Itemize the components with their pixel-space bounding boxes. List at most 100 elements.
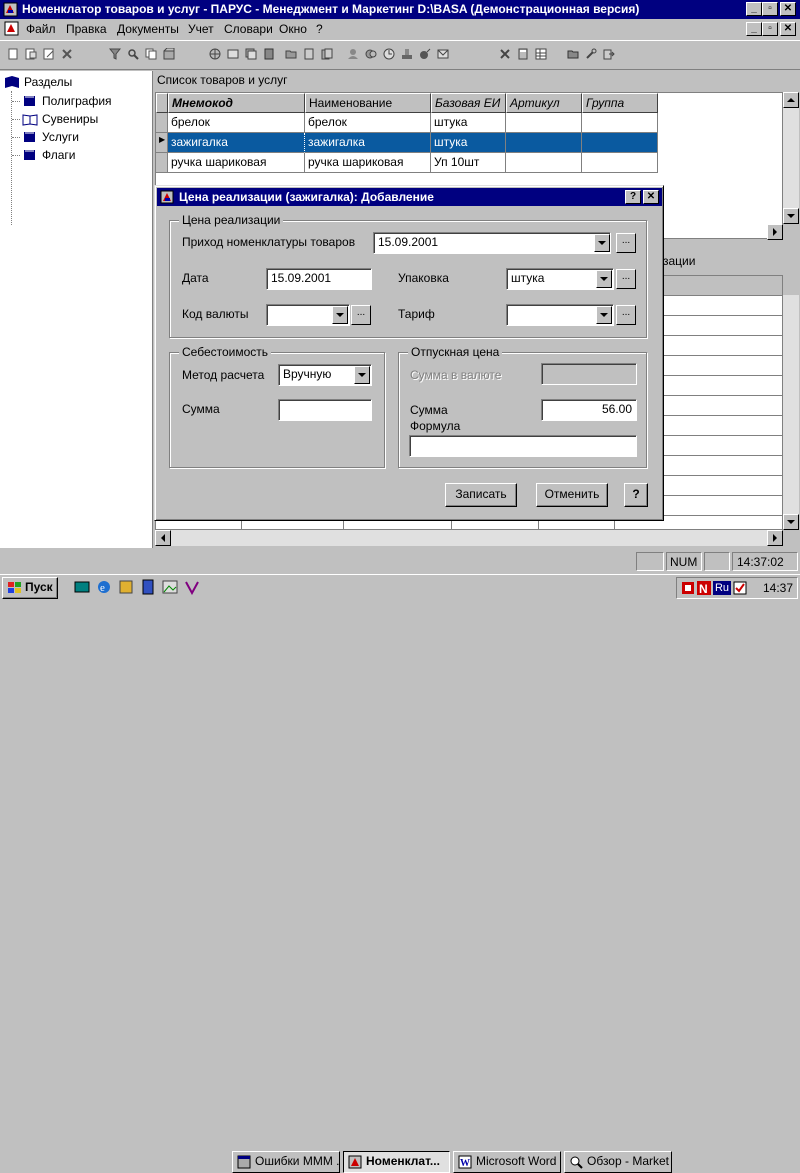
chevron-down-icon[interactable]: [354, 366, 370, 384]
taskbar-task-nomenclator[interactable]: Номенклат...: [343, 1151, 450, 1173]
child-minimize-button[interactable]: _: [746, 22, 762, 36]
start-button[interactable]: Пуск: [2, 577, 58, 599]
minimize-button[interactable]: _: [746, 2, 762, 16]
card-icon[interactable]: [224, 45, 242, 63]
help-button[interactable]: ?: [624, 483, 648, 507]
menu-window[interactable]: Окно: [279, 22, 307, 36]
formula-field[interactable]: [409, 435, 637, 457]
filter-icon[interactable]: [106, 45, 124, 63]
child-close-button[interactable]: ✕: [780, 22, 796, 36]
scroll-down-button[interactable]: [783, 514, 799, 530]
find-icon[interactable]: [124, 45, 142, 63]
table-cell[interactable]: брелок: [305, 113, 431, 133]
coins-icon[interactable]: [362, 45, 380, 63]
lower-vscrollbar[interactable]: [783, 295, 799, 530]
ie-icon[interactable]: e: [96, 579, 112, 598]
add-icon[interactable]: [22, 45, 40, 63]
folder-icon[interactable]: [282, 45, 300, 63]
date-field[interactable]: 15.09.2001: [266, 268, 372, 290]
mail-icon[interactable]: [434, 45, 452, 63]
chevron-down-icon[interactable]: [596, 306, 612, 324]
table-cell-selected[interactable]: зажигалка: [305, 133, 431, 153]
export-icon[interactable]: [600, 45, 618, 63]
table-cell-selected[interactable]: [506, 133, 582, 153]
tariff-browse-button[interactable]: ...: [616, 305, 636, 325]
receipt-select[interactable]: 15.09.2001: [373, 232, 611, 254]
menu-edit[interactable]: Правка: [66, 22, 107, 36]
restore-button[interactable]: ▫: [762, 2, 778, 16]
package-browse-button[interactable]: ...: [616, 269, 636, 289]
table-cell[interactable]: [582, 153, 658, 173]
table-cell[interactable]: [506, 113, 582, 133]
table-cell[interactable]: [506, 153, 582, 173]
list-vscrollbar[interactable]: [783, 92, 799, 224]
scroll-down-button[interactable]: [783, 208, 799, 224]
scroll-right-button[interactable]: [767, 224, 783, 240]
save-button[interactable]: Записать: [445, 483, 517, 507]
taskbar-task-overview[interactable]: Обзор - Market: [564, 1151, 672, 1173]
table-icon[interactable]: [532, 45, 550, 63]
sale-sum-field[interactable]: 56.00: [541, 399, 637, 421]
tray-clock[interactable]: 14:37: [763, 581, 793, 595]
image-icon[interactable]: [162, 579, 178, 598]
dialog-close-button[interactable]: ✕: [643, 190, 659, 204]
book-icon[interactable]: [260, 45, 278, 63]
app-icon[interactable]: [3, 2, 18, 17]
menu-help[interactable]: ?: [316, 22, 323, 36]
scroll-up-button[interactable]: [783, 92, 799, 108]
desktop-icon[interactable]: [74, 579, 90, 598]
copy-icon[interactable]: [142, 45, 160, 63]
globe-icon[interactable]: [206, 45, 224, 63]
new-icon[interactable]: [4, 45, 22, 63]
col-header-name[interactable]: Наименование: [305, 93, 431, 113]
menu-accounting[interactable]: Учет: [188, 22, 214, 36]
col-header-base-unit[interactable]: Базовая ЕИ: [431, 93, 506, 113]
menu-documents[interactable]: Документы: [117, 22, 179, 36]
close-button[interactable]: ✕: [780, 2, 796, 16]
v-icon[interactable]: [184, 579, 200, 598]
tray-language-indicator[interactable]: Ru: [713, 581, 731, 595]
table-cell[interactable]: штука: [431, 113, 506, 133]
tree-item-souvenirs[interactable]: Сувениры: [12, 111, 142, 127]
calculator-icon[interactable]: [514, 45, 532, 63]
clock-icon[interactable]: [380, 45, 398, 63]
child-restore-button[interactable]: ▫: [762, 22, 778, 36]
doc-icon[interactable]: [4, 21, 19, 36]
cancel-button[interactable]: Отменить: [536, 483, 608, 507]
col-header-group[interactable]: Группа: [582, 93, 658, 113]
receipt-browse-button[interactable]: ...: [616, 233, 636, 253]
wrench-icon[interactable]: [582, 45, 600, 63]
taskbar-task-errors[interactable]: Ошибки МММ ...: [232, 1151, 340, 1173]
cost-sum-field[interactable]: [278, 399, 372, 421]
table-cell[interactable]: ручка шариковая: [168, 153, 305, 173]
bomb-icon[interactable]: [416, 45, 434, 63]
table-cell[interactable]: Уп 10шт: [431, 153, 506, 173]
documents-icon[interactable]: [318, 45, 336, 63]
scroll-right-button[interactable]: [767, 530, 783, 546]
tree-item-flags[interactable]: Флаги: [12, 147, 142, 163]
menu-file[interactable]: Файл: [26, 22, 56, 36]
taskbar-task-word[interactable]: W Microsoft Word ...: [453, 1151, 561, 1173]
user-icon[interactable]: [344, 45, 362, 63]
tray-app-icon[interactable]: [681, 581, 695, 598]
tree-item-services[interactable]: Услуги: [12, 129, 142, 145]
menu-dictionaries[interactable]: Словари: [224, 22, 273, 36]
cards-icon[interactable]: [242, 45, 260, 63]
edit-icon[interactable]: [40, 45, 58, 63]
chevron-down-icon[interactable]: [596, 270, 612, 288]
table-cell[interactable]: [582, 113, 658, 133]
currency-browse-button[interactable]: ...: [351, 305, 371, 325]
tree-item-polygraphy[interactable]: Полиграфия: [12, 93, 142, 109]
table-cell-selected[interactable]: зажигалка: [168, 133, 305, 153]
col-header-article[interactable]: Артикул: [506, 93, 582, 113]
col-header-mnemocode[interactable]: Мнемокод: [168, 93, 305, 113]
tools-icon[interactable]: [496, 45, 514, 63]
table-cell-selected[interactable]: [582, 133, 658, 153]
table-cell[interactable]: ручка шариковая: [305, 153, 431, 173]
scroll-left-button[interactable]: [155, 530, 171, 546]
delete-icon[interactable]: [58, 45, 76, 63]
chevron-down-icon[interactable]: [332, 306, 348, 324]
tray-check-icon[interactable]: [733, 581, 747, 598]
tray-n-icon[interactable]: N: [697, 581, 711, 598]
box-icon[interactable]: [160, 45, 178, 63]
